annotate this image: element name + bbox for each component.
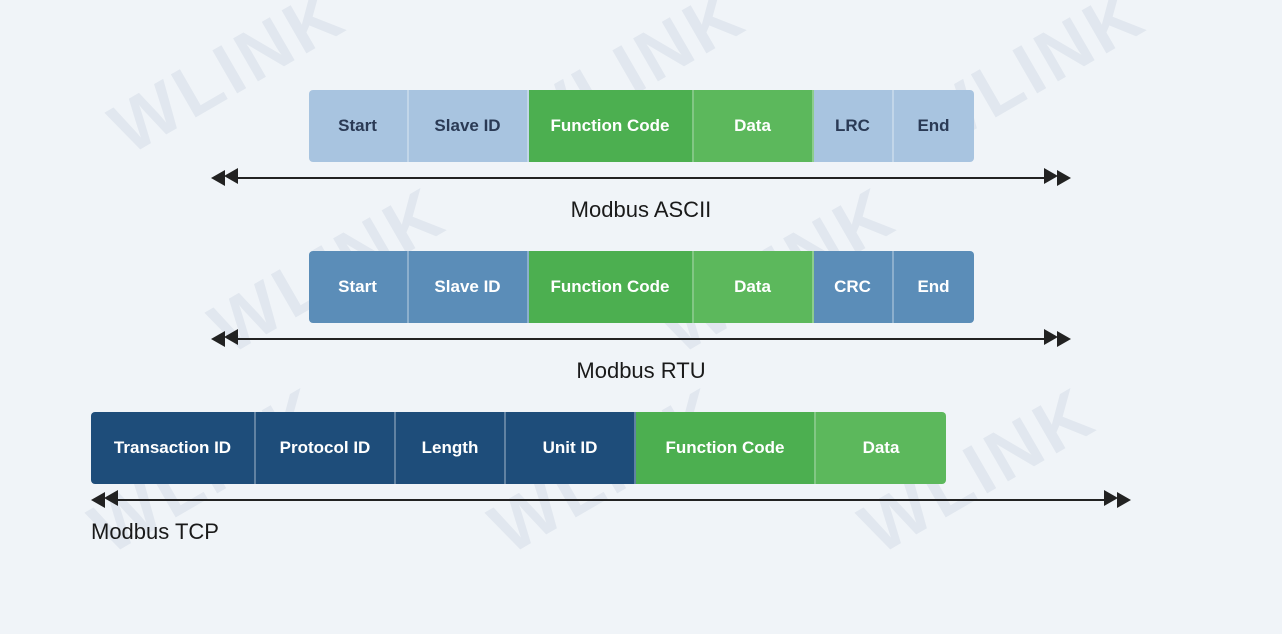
rtu-frame: Start Slave ID Function Code Data CRC En… [309, 251, 974, 323]
ascii-start-cell: Start [309, 90, 409, 162]
tcp-arrow [91, 490, 1131, 511]
ascii-label: Modbus ASCII [571, 197, 712, 223]
rtu-start-cell: Start [309, 251, 409, 323]
ascii-section: Start Slave ID Function Code Data LRC En… [91, 90, 1191, 223]
tcp-functioncode-cell: Function Code [636, 412, 816, 484]
tcp-protocolid-cell: Protocol ID [256, 412, 396, 484]
ascii-lrc-cell: LRC [814, 90, 894, 162]
rtu-data-cell: Data [694, 251, 814, 323]
ascii-end-cell: End [894, 90, 974, 162]
rtu-arrow-row [211, 329, 1071, 350]
tcp-unitid-cell: Unit ID [506, 412, 636, 484]
ascii-functioncode-cell: Function Code [529, 90, 694, 162]
tcp-transactionid-cell: Transaction ID [91, 412, 256, 484]
tcp-section: Transaction ID Protocol ID Length Unit I… [91, 412, 1191, 545]
rtu-crc-cell: CRC [814, 251, 894, 323]
rtu-arrow [211, 329, 1071, 350]
rtu-slaveid-cell: Slave ID [409, 251, 529, 323]
ascii-slaveid-cell: Slave ID [409, 90, 529, 162]
ascii-arrow-row [211, 168, 1071, 189]
ascii-frame: Start Slave ID Function Code Data LRC En… [309, 90, 974, 162]
tcp-length-cell: Length [396, 412, 506, 484]
rtu-label: Modbus RTU [576, 358, 705, 384]
ascii-data-cell: Data [694, 90, 814, 162]
main-container: Start Slave ID Function Code Data LRC En… [91, 70, 1191, 565]
ascii-arrow [211, 168, 1071, 189]
tcp-arrow-row [91, 490, 1131, 511]
tcp-label: Modbus TCP [91, 519, 219, 545]
rtu-end-cell: End [894, 251, 974, 323]
rtu-functioncode-cell: Function Code [529, 251, 694, 323]
rtu-section: Start Slave ID Function Code Data CRC En… [91, 251, 1191, 384]
tcp-frame: Transaction ID Protocol ID Length Unit I… [91, 412, 946, 484]
tcp-data-cell: Data [816, 412, 946, 484]
